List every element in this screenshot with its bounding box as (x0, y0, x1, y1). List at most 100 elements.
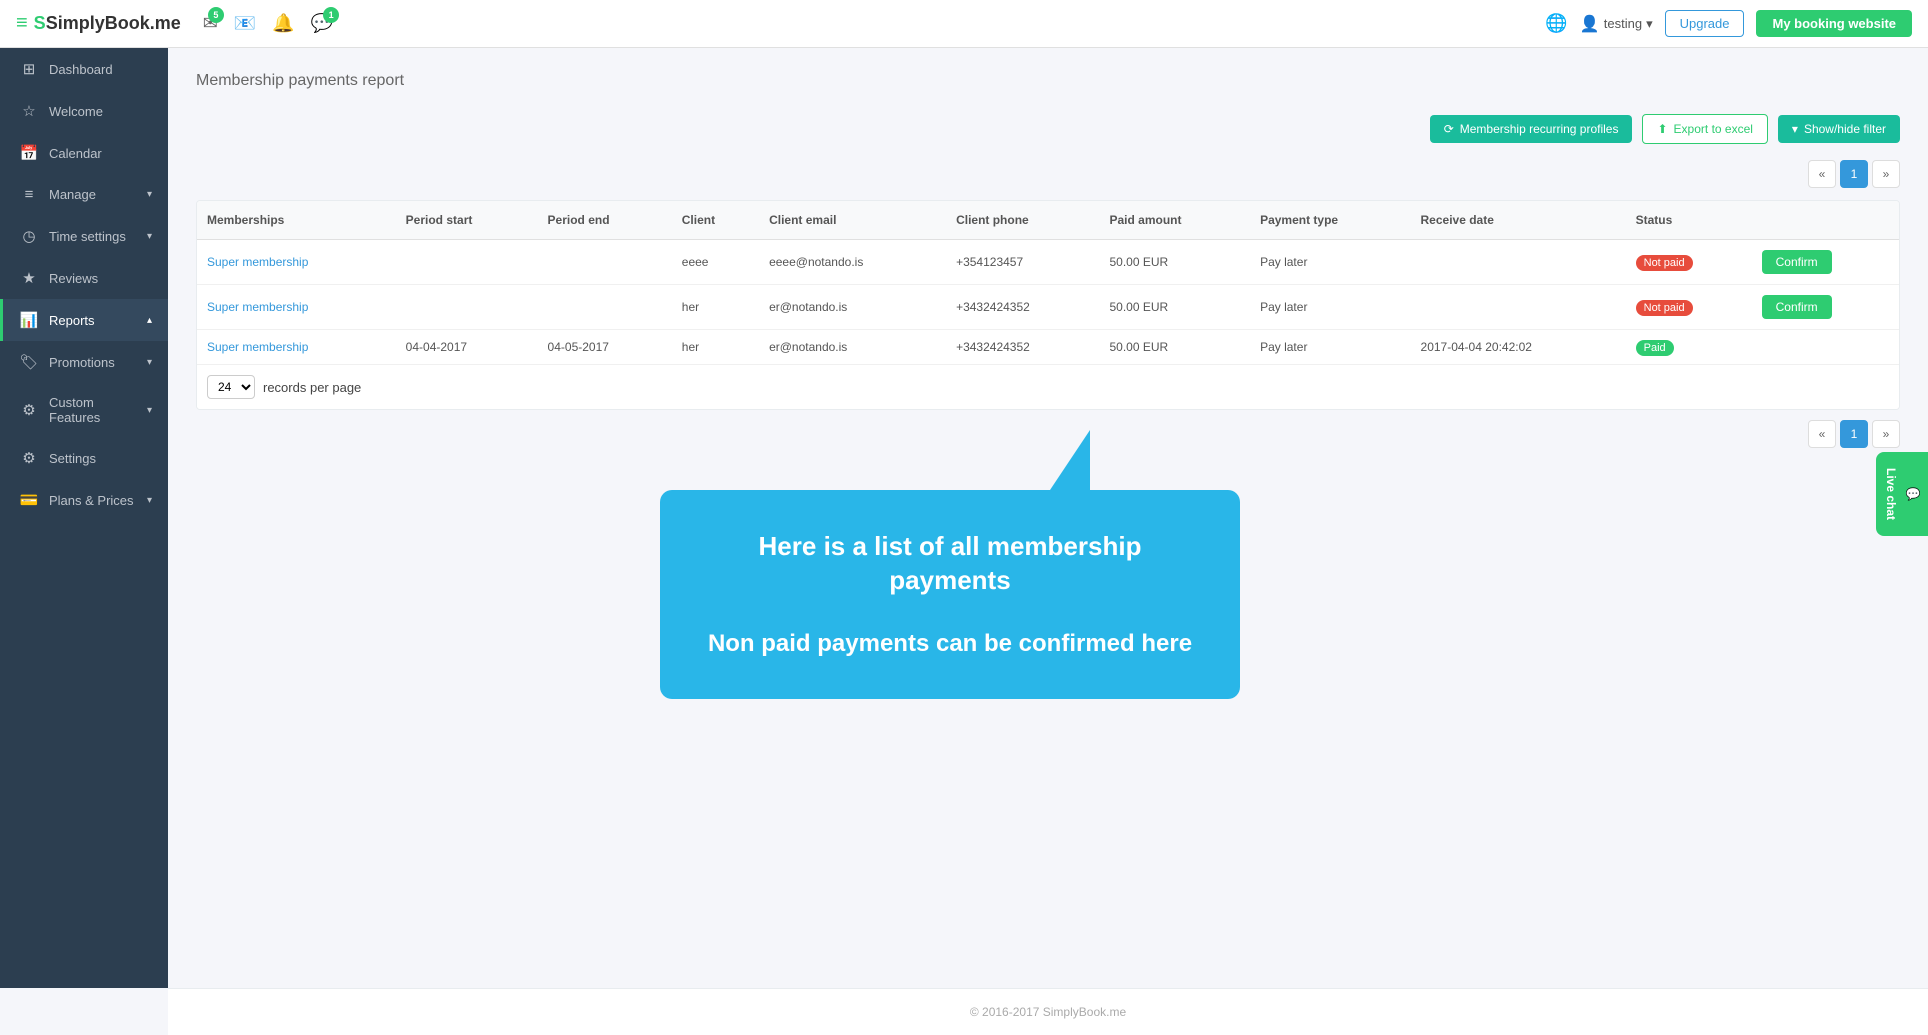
time-settings-icon: ◷ (19, 227, 39, 245)
page-1-button-top[interactable]: 1 (1840, 160, 1868, 188)
email-button[interactable]: 📧 (234, 13, 256, 34)
user-label: testing (1604, 16, 1642, 31)
sidebar-item-plans-prices[interactable]: 💳 Plans & Prices ▾ (0, 479, 168, 521)
tooltip-arrow (1050, 430, 1090, 490)
membership-payments-table: Memberships Period start Period end Clie… (196, 200, 1900, 410)
tooltip-box: Here is a list of all membership payment… (660, 490, 1240, 699)
top-pagination: « 1 » (196, 160, 1900, 188)
reports-chevron-icon: ▴ (147, 315, 152, 326)
sidebar-label-calendar: Calendar (49, 146, 152, 161)
col-client: Client (672, 201, 759, 240)
col-status: Status (1626, 201, 1752, 240)
cell-phone-0: +354123457 (946, 240, 1099, 285)
next-page-button-bottom[interactable]: » (1872, 420, 1900, 448)
sidebar-item-promotions[interactable]: 🏷 Promotions ▾ (0, 341, 168, 383)
chat-button[interactable]: 💬 1 (311, 13, 333, 34)
cell-phone-2: +3432424352 (946, 330, 1099, 365)
globe-icon[interactable]: 🌐 (1545, 13, 1567, 34)
profiles-icon: ⟳ (1444, 122, 1454, 136)
sidebar-item-calendar[interactable]: 📅 Calendar (0, 132, 168, 174)
sidebar-label-dashboard: Dashboard (49, 62, 152, 77)
membership-link-2[interactable]: Super membership (207, 340, 308, 354)
upgrade-button[interactable]: Upgrade (1665, 10, 1745, 37)
notifications-button[interactable]: 🔔 (272, 13, 294, 34)
sidebar-label-custom-features: Custom Features (49, 395, 137, 425)
sidebar-item-custom-features[interactable]: ⚙ Custom Features ▾ (0, 383, 168, 437)
sidebar-label-plans-prices: Plans & Prices (49, 493, 137, 508)
tooltip-line1: Here is a list of all membership payment… (700, 530, 1200, 598)
live-chat-button[interactable]: 💬 Live chat (1876, 452, 1928, 536)
records-per-page-select[interactable]: 24 12 48 (207, 375, 255, 399)
user-menu[interactable]: 👤 testing ▾ (1580, 14, 1653, 34)
cell-status-1: Not paid (1626, 285, 1752, 330)
cell-period-end-2: 04-05-2017 (538, 330, 672, 365)
cell-status-2: Paid (1626, 330, 1752, 365)
records-per-page-row: 24 12 48 records per page (197, 364, 1899, 409)
cell-confirm-1: Confirm (1752, 285, 1899, 330)
cell-amount-0: 50.00 EUR (1099, 240, 1250, 285)
sidebar-item-time-settings[interactable]: ◷ Time settings ▾ (0, 215, 168, 257)
page-title: Membership payments report (196, 72, 1900, 90)
cell-membership-0: Super membership (197, 240, 396, 285)
sidebar-label-settings: Settings (49, 451, 152, 466)
status-badge-notpaid-1: Not paid (1636, 300, 1693, 316)
custom-features-icon: ⚙ (19, 401, 39, 419)
table-body: Super membership eeee eeee@notando.is +3… (197, 240, 1899, 365)
status-badge-paid-2: Paid (1636, 340, 1674, 356)
cell-receive-date-0 (1411, 240, 1626, 285)
sidebar-item-reports[interactable]: 📊 Reports ▴ (0, 299, 168, 341)
show-hide-filter-button[interactable]: ▾ Show/hide filter (1778, 115, 1900, 143)
filter-label: Show/hide filter (1804, 122, 1886, 136)
cell-email-0: eeee@notando.is (759, 240, 946, 285)
sidebar-item-dashboard[interactable]: ⊞ Dashboard (0, 48, 168, 90)
sidebar: ⊞ Dashboard ☆ Welcome 📅 Calendar ≡ Manag… (0, 48, 168, 988)
cell-receive-date-2: 2017-04-04 20:42:02 (1411, 330, 1626, 365)
cell-period-start-1 (396, 285, 538, 330)
cell-amount-2: 50.00 EUR (1099, 330, 1250, 365)
header-row: Memberships Period start Period end Clie… (197, 201, 1899, 240)
time-settings-chevron-icon: ▾ (147, 231, 152, 242)
app-logo[interactable]: ≡ SSimplyBook.me (16, 12, 181, 35)
cell-client-0: eeee (672, 240, 759, 285)
footer-text: © 2016-2017 SimplyBook.me (970, 1005, 1126, 1019)
logo-text: SSimplyBook.me (34, 13, 181, 34)
messages-button[interactable]: ✉ 5 (203, 13, 218, 34)
membership-link-1[interactable]: Super membership (207, 300, 308, 314)
export-to-excel-button[interactable]: ⬆ Export to excel (1642, 114, 1767, 144)
sidebar-item-manage[interactable]: ≡ Manage ▾ (0, 174, 168, 215)
plans-prices-icon: 💳 (19, 491, 39, 509)
table-row: Super membership eeee eeee@notando.is +3… (197, 240, 1899, 285)
prev-page-button-top[interactable]: « (1808, 160, 1836, 188)
prev-page-button-bottom[interactable]: « (1808, 420, 1836, 448)
sidebar-item-settings[interactable]: ⚙ Settings (0, 437, 168, 479)
sidebar-item-welcome[interactable]: ☆ Welcome (0, 90, 168, 132)
col-memberships: Memberships (197, 201, 396, 240)
page-1-button-bottom[interactable]: 1 (1840, 420, 1868, 448)
logo-icon: ≡ (16, 12, 28, 35)
col-period-end: Period end (538, 201, 672, 240)
tooltip-overlay: Here is a list of all membership payment… (660, 430, 1240, 699)
cell-client-2: her (672, 330, 759, 365)
dashboard-icon: ⊞ (19, 60, 39, 78)
confirm-button-0[interactable]: Confirm (1762, 250, 1832, 274)
footer: © 2016-2017 SimplyBook.me (168, 988, 1928, 1035)
sidebar-label-time-settings: Time settings (49, 229, 137, 244)
records-per-page-label: records per page (263, 380, 361, 395)
toolbar: ⟳ Membership recurring profiles ⬆ Export… (196, 114, 1900, 144)
cell-period-start-0 (396, 240, 538, 285)
col-payment-type: Payment type (1250, 201, 1410, 240)
welcome-icon: ☆ (19, 102, 39, 120)
pagination-bottom: « 1 » (1808, 420, 1900, 448)
cell-phone-1: +3432424352 (946, 285, 1099, 330)
sidebar-item-reviews[interactable]: ★ Reviews (0, 257, 168, 299)
cell-period-end-0 (538, 240, 672, 285)
membership-link-0[interactable]: Super membership (207, 255, 308, 269)
col-client-email: Client email (759, 201, 946, 240)
booking-website-button[interactable]: My booking website (1756, 10, 1912, 37)
confirm-button-1[interactable]: Confirm (1762, 295, 1832, 319)
next-page-button-top[interactable]: » (1872, 160, 1900, 188)
membership-recurring-profiles-button[interactable]: ⟳ Membership recurring profiles (1430, 115, 1633, 143)
col-period-start: Period start (396, 201, 538, 240)
cell-period-end-1 (538, 285, 672, 330)
cell-confirm-0: Confirm (1752, 240, 1899, 285)
